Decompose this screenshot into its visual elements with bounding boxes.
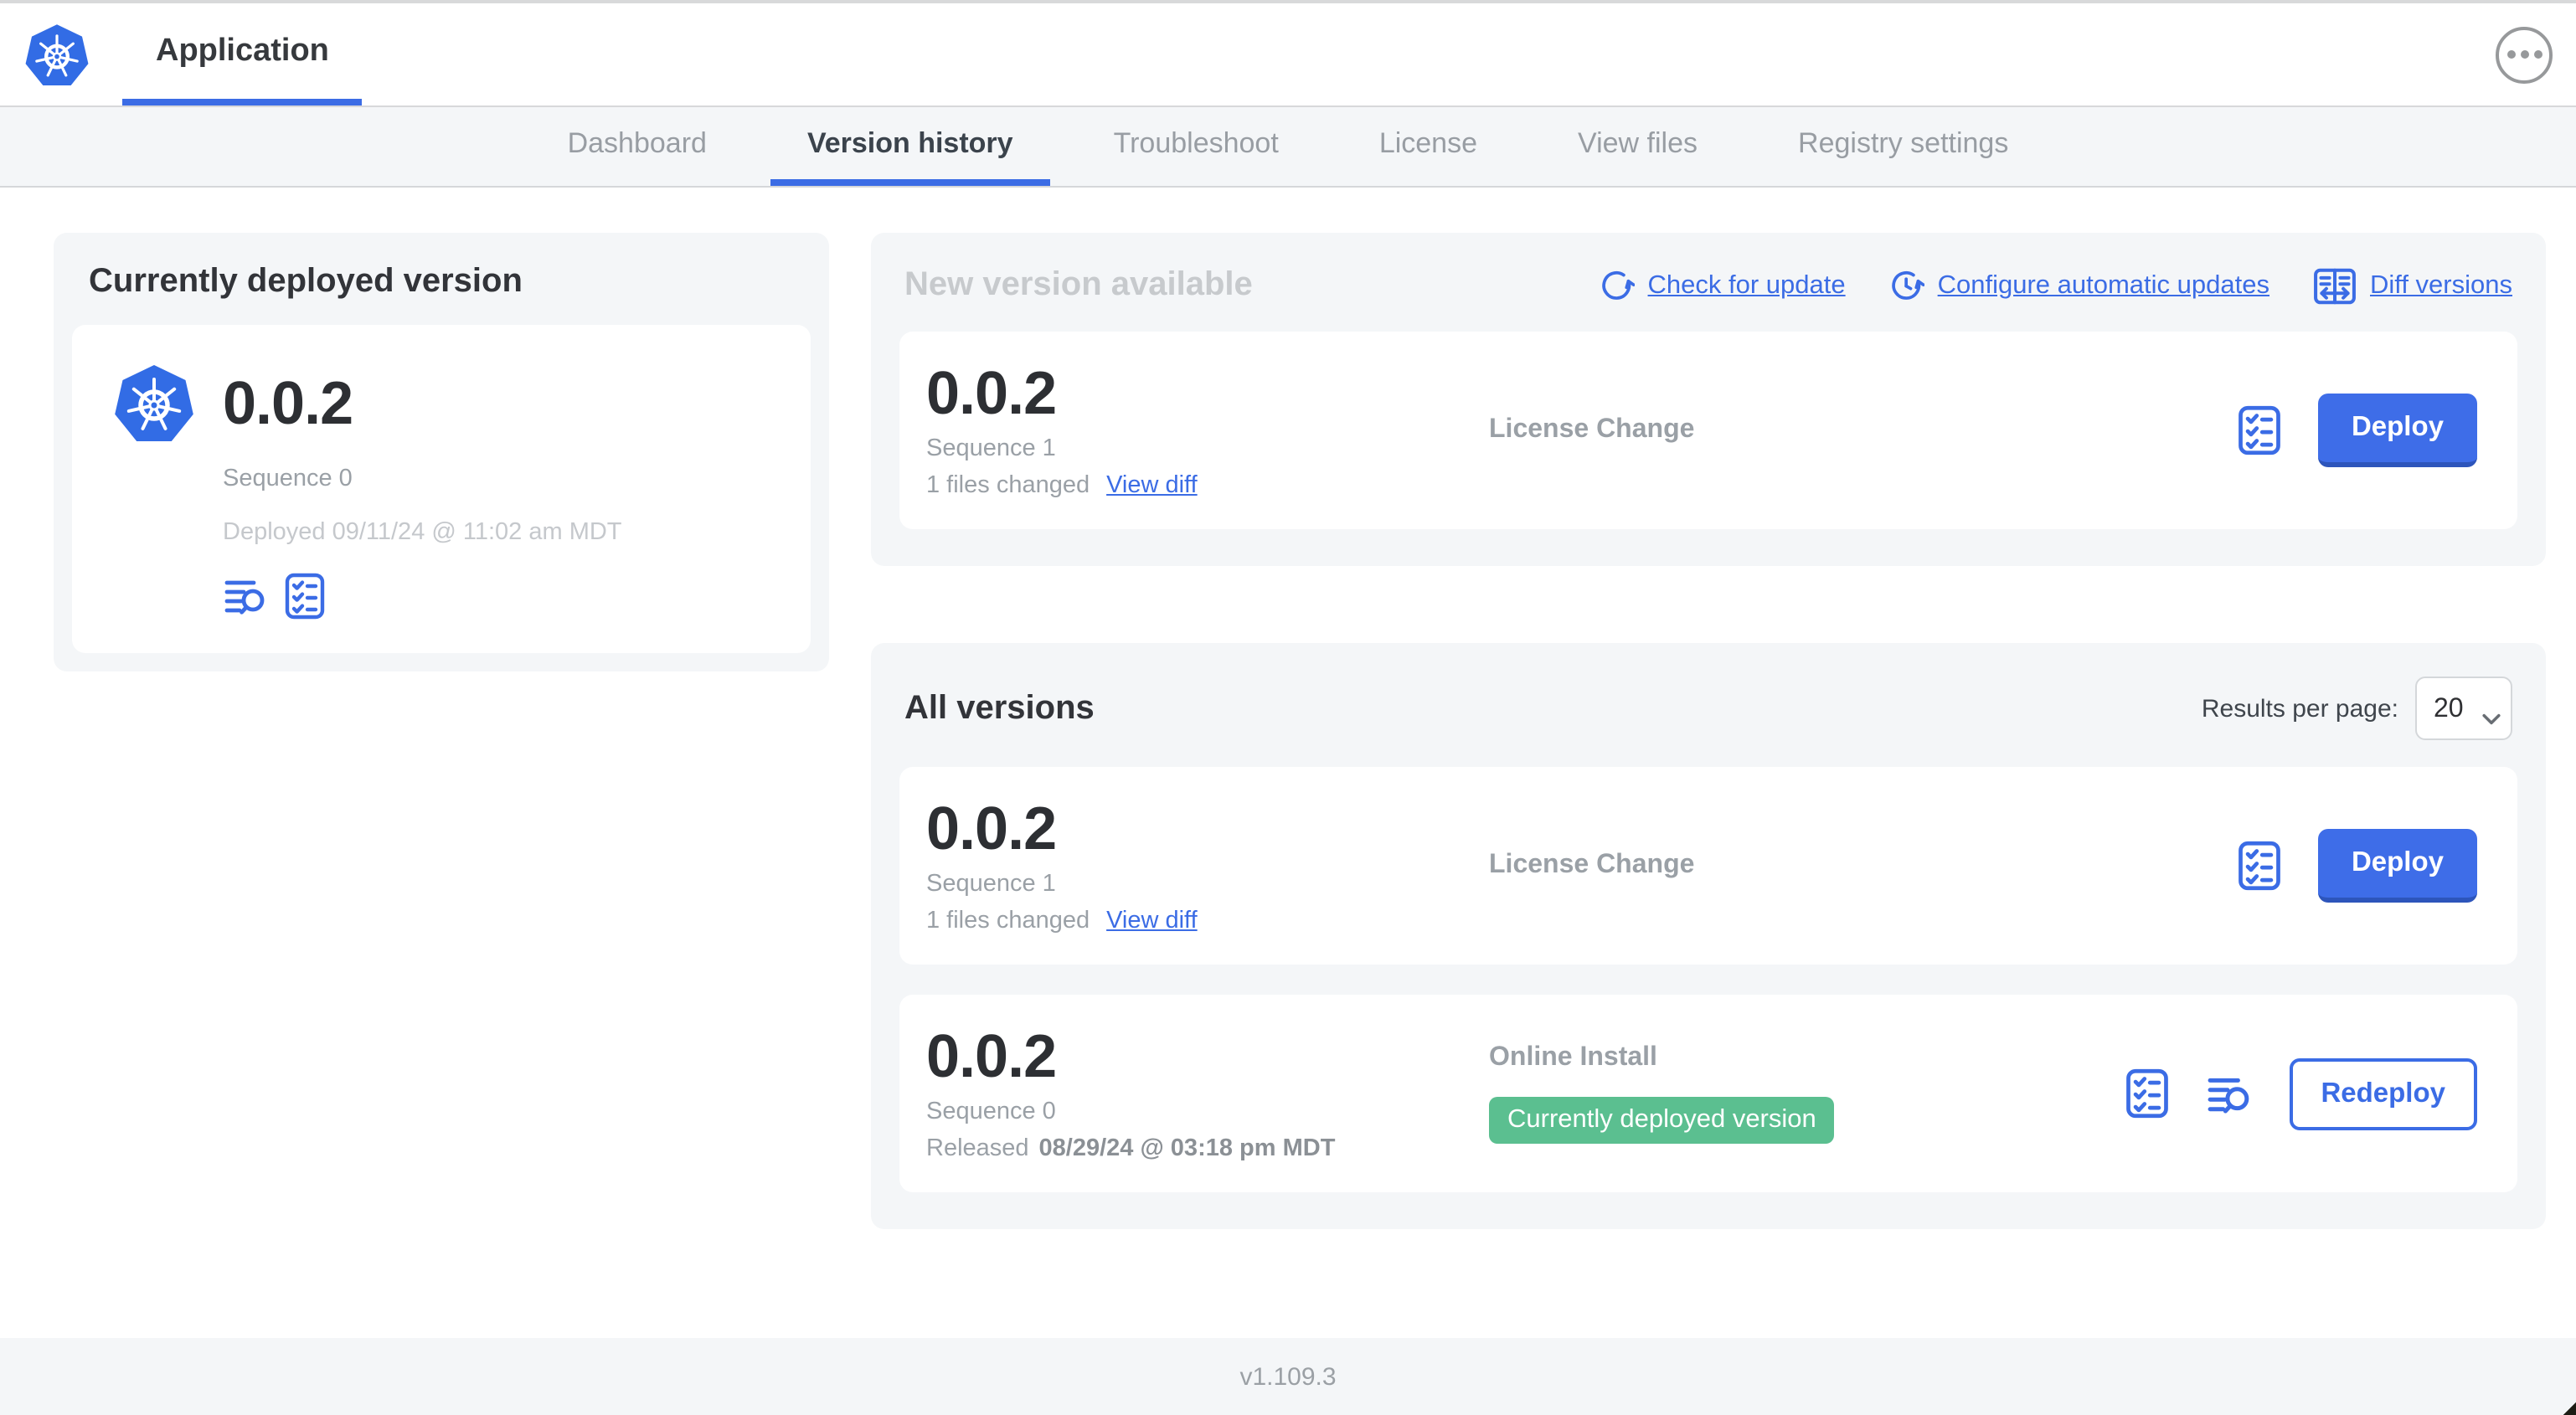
- tab-registry-settings[interactable]: Registry settings: [1761, 107, 2045, 186]
- deploy-button[interactable]: Deploy: [2317, 829, 2477, 903]
- right-column: New version available Check for update C…: [871, 233, 2546, 1229]
- version-number: 0.0.2: [926, 358, 1057, 428]
- new-version-title: New version available: [904, 266, 1253, 303]
- kubernetes-logo-icon: [23, 21, 90, 88]
- current-sequence-label: Sequence 0: [223, 466, 353, 492]
- tab-view-files[interactable]: View files: [1541, 107, 1734, 186]
- check-for-update-link[interactable]: Check for update: [1600, 268, 1846, 303]
- app-title: Application: [156, 33, 329, 68]
- brand: Application: [23, 3, 363, 105]
- logs-icon[interactable]: [223, 576, 268, 616]
- new-version-card: New version available Check for update C…: [871, 233, 2546, 566]
- tab-license[interactable]: License: [1342, 107, 1514, 186]
- footer: v1.109.3: [0, 1338, 2576, 1415]
- main-nav: Dashboard Version history Troubleshoot L…: [0, 105, 2576, 188]
- currently-deployed-title: Currently deployed version: [89, 263, 523, 300]
- current-version-tile: 0.0.2 Sequence 0 Deployed 09/11/24 @ 11:…: [72, 325, 811, 653]
- source-label: Online Install: [1489, 1043, 1657, 1072]
- current-version-number: 0.0.2: [223, 368, 353, 437]
- version-number: 0.0.2: [926, 794, 1057, 863]
- diff-icon: [2313, 267, 2357, 304]
- sequence-label: Sequence 1: [926, 870, 1056, 898]
- results-per-page-select[interactable]: 20: [2415, 677, 2512, 740]
- preflight-checklist-icon[interactable]: [2238, 841, 2281, 891]
- admin-console-page: Application Dashboard Version history Tr…: [0, 0, 2576, 1415]
- deploy-button[interactable]: Deploy: [2317, 394, 2477, 467]
- console-version: v1.109.3: [1239, 1362, 1337, 1391]
- configure-automatic-updates-link[interactable]: Configure automatic updates: [1889, 268, 2269, 303]
- sequence-label: Sequence 1: [926, 435, 1056, 462]
- status-badge: Currently deployed version: [1489, 1097, 1835, 1144]
- source-label: License Change: [1489, 415, 1695, 444]
- tab-dashboard[interactable]: Dashboard: [531, 107, 744, 186]
- preflight-checklist-icon[interactable]: [2238, 405, 2281, 455]
- view-diff-link[interactable]: View diff: [1106, 908, 1198, 934]
- all-versions-title: All versions: [904, 689, 1095, 726]
- tab-version-history[interactable]: Version history: [770, 107, 1050, 186]
- released-label: Released: [926, 1135, 1029, 1162]
- tab-troubleshoot[interactable]: Troubleshoot: [1077, 107, 1316, 186]
- version-row: 0.0.2 Sequence 1 1 files changed View di…: [899, 767, 2517, 965]
- app-title-tab[interactable]: Application: [122, 3, 363, 105]
- source-label: License Change: [1489, 851, 1695, 879]
- sequence-label: Sequence 0: [926, 1098, 1056, 1125]
- currently-deployed-card: Currently deployed version 0.0.2 Sequenc…: [54, 233, 829, 671]
- files-changed-label: 1 files changed: [926, 907, 1090, 934]
- overflow-menu-button[interactable]: [2496, 26, 2553, 83]
- redeploy-button[interactable]: Redeploy: [2289, 1057, 2477, 1129]
- refresh-icon: [1600, 268, 1635, 303]
- clock-refresh-icon: [1889, 268, 1924, 303]
- view-diff-link[interactable]: View diff: [1106, 472, 1198, 499]
- version-row: 0.0.2 Sequence 0 Released 08/29/24 @ 03:…: [899, 995, 2517, 1192]
- kubernetes-logo-icon: [112, 362, 196, 445]
- new-version-row: 0.0.2 Sequence 1 1 files changed View di…: [899, 332, 2517, 529]
- preflight-checklist-icon[interactable]: [285, 573, 325, 620]
- version-number: 0.0.2: [926, 1021, 1057, 1091]
- released-date: 08/29/24 @ 03:18 pm MDT: [1038, 1135, 1336, 1162]
- logs-icon[interactable]: [2205, 1073, 2252, 1114]
- preflight-checklist-icon[interactable]: [2125, 1068, 2168, 1119]
- results-per-page-label: Results per page:: [2201, 694, 2398, 723]
- current-deployed-timestamp: Deployed 09/11/24 @ 11:02 am MDT: [223, 519, 622, 546]
- diff-versions-link[interactable]: Diff versions: [2313, 267, 2512, 304]
- all-versions-card: All versions Results per page: 20 0.0.2 …: [871, 643, 2546, 1229]
- main-content: Currently deployed version 0.0.2 Sequenc…: [0, 188, 2576, 1229]
- ellipsis-icon: [2506, 50, 2542, 59]
- files-changed-label: 1 files changed: [926, 471, 1090, 499]
- masthead: Application: [0, 3, 2576, 105]
